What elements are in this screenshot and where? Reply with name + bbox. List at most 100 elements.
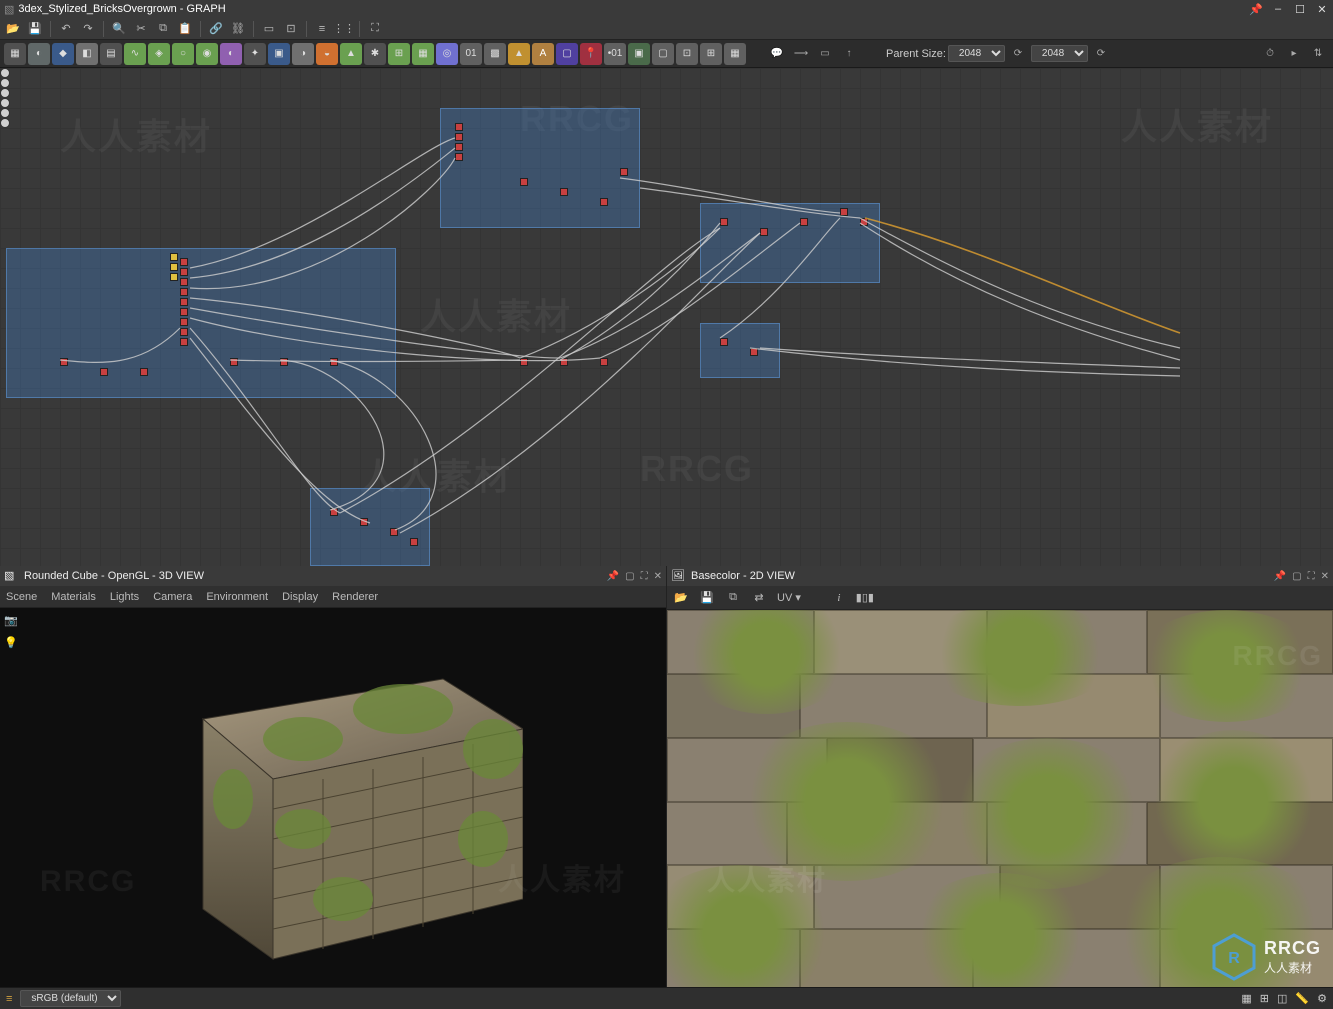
graph-node[interactable] xyxy=(720,218,728,226)
tab-scene[interactable]: Scene xyxy=(6,591,37,603)
dot-01-icon[interactable]: •01 xyxy=(604,43,626,65)
graph-node[interactable] xyxy=(520,178,528,186)
colorspace-select[interactable]: sRGB (default) xyxy=(20,990,121,1007)
graph-node[interactable] xyxy=(600,358,608,366)
blend-icon[interactable]: ◆ xyxy=(52,43,74,65)
graph-node[interactable] xyxy=(330,358,338,366)
blur-icon[interactable]: ○ xyxy=(172,43,194,65)
graph-node[interactable] xyxy=(860,218,868,226)
close-icon[interactable]: ✕ xyxy=(1321,571,1329,582)
tile2-icon[interactable]: ▦ xyxy=(412,43,434,65)
comp2-icon[interactable]: ⊞ xyxy=(700,43,722,65)
uniform-color-icon[interactable]: ◐ xyxy=(28,43,50,65)
normal-icon[interactable]: ◐ xyxy=(220,43,242,65)
graph-node[interactable] xyxy=(620,168,628,176)
maximize-icon[interactable]: ⛶ xyxy=(1308,571,1315,582)
tile-icon[interactable]: ⊞ xyxy=(1260,992,1269,1005)
tab-camera[interactable]: Camera xyxy=(153,591,192,603)
pin-icon[interactable]: 📌 xyxy=(607,571,619,582)
graph-node[interactable] xyxy=(520,358,528,366)
tab-environment[interactable]: Environment xyxy=(206,591,268,603)
reset-zoom-icon[interactable]: ⊡ xyxy=(282,20,300,38)
sharpen-icon[interactable]: ✦ xyxy=(244,43,266,65)
noise-icon[interactable]: ▩ xyxy=(484,43,506,65)
emboss-icon[interactable]: ▲ xyxy=(340,43,362,65)
output-icon[interactable]: ▣ xyxy=(628,43,650,65)
undo-icon[interactable]: ↶ xyxy=(57,20,75,38)
graph-node[interactable] xyxy=(180,258,188,266)
output-node[interactable] xyxy=(0,118,10,128)
paste-icon[interactable]: 📋 xyxy=(176,20,194,38)
light-icon[interactable]: 💡 xyxy=(4,636,20,652)
close-icon[interactable]: ✕ xyxy=(654,571,662,582)
gradient-icon[interactable]: ▤ xyxy=(100,43,122,65)
pin-icon[interactable]: 📌 xyxy=(1249,3,1263,16)
text-a-icon[interactable]: A xyxy=(532,43,554,65)
graph-node[interactable] xyxy=(800,218,808,226)
ruler-icon[interactable]: 📏 xyxy=(1295,992,1309,1005)
crop-icon[interactable]: ⛶ xyxy=(366,20,384,38)
timing-icon[interactable]: ⏱ xyxy=(1259,43,1281,65)
save-icon[interactable]: 💾 xyxy=(26,20,44,38)
hsl-icon[interactable]: ◒ xyxy=(316,43,338,65)
uv-dropdown[interactable]: UV ▾ xyxy=(777,591,801,604)
pin-node-icon[interactable]: 📍 xyxy=(580,43,602,65)
graph-node[interactable] xyxy=(180,298,188,306)
link-icon[interactable]: 🔗 xyxy=(207,20,225,38)
save-icon[interactable]: 💾 xyxy=(699,590,715,606)
popout-icon[interactable]: ▢ xyxy=(625,571,634,582)
redo-icon[interactable]: ↷ xyxy=(79,20,97,38)
graph-node[interactable] xyxy=(455,143,463,151)
graph-node[interactable] xyxy=(455,123,463,131)
popout-icon[interactable]: ▢ xyxy=(1292,571,1301,582)
output-node[interactable] xyxy=(0,108,10,118)
transform-icon[interactable]: ◈ xyxy=(148,43,170,65)
pin-icon[interactable]: 📌 xyxy=(1274,571,1286,582)
open-icon[interactable]: 📂 xyxy=(4,20,22,38)
graph-node[interactable] xyxy=(180,288,188,296)
distribute-icon[interactable]: ⋮⋮ xyxy=(335,20,353,38)
cut-icon[interactable]: ✂ xyxy=(132,20,150,38)
split-icon[interactable]: ◫ xyxy=(1277,992,1287,1005)
settings-icon[interactable]: ⚙ xyxy=(1317,992,1327,1005)
graph-node[interactable] xyxy=(390,528,398,536)
graph-node[interactable] xyxy=(410,538,418,546)
link-flow-icon[interactable]: ⟶ xyxy=(790,43,812,65)
atomic-node-icon[interactable]: ▦ xyxy=(4,43,26,65)
node-frame[interactable] xyxy=(700,203,880,283)
graph-node[interactable] xyxy=(360,518,368,526)
graph-node[interactable] xyxy=(170,263,178,271)
autolayout-icon[interactable]: ⇅ xyxy=(1307,43,1329,65)
svg-icon[interactable]: ◎ xyxy=(436,43,458,65)
graph-node[interactable] xyxy=(230,358,238,366)
copy-icon[interactable]: ⧉ xyxy=(725,590,741,606)
maximize-icon[interactable]: ⛶ xyxy=(641,571,648,582)
histogram-icon[interactable]: ▮▯▮ xyxy=(857,590,873,606)
tab-lights[interactable]: Lights xyxy=(110,591,139,603)
graph-node[interactable] xyxy=(330,508,338,516)
output-node[interactable] xyxy=(0,68,10,78)
output-node[interactable] xyxy=(0,98,10,108)
grayscale-icon[interactable]: ◑ xyxy=(292,43,314,65)
refresh2-icon[interactable]: ⟳ xyxy=(1090,43,1112,65)
frame-add-icon[interactable]: ▢ xyxy=(556,43,578,65)
graph-node[interactable] xyxy=(455,153,463,161)
warp-icon[interactable]: ◉ xyxy=(196,43,218,65)
camera-icon[interactable]: 📷 xyxy=(4,614,20,630)
comp-icon[interactable]: ⊡ xyxy=(676,43,698,65)
graph-node[interactable] xyxy=(60,358,68,366)
graph-node[interactable] xyxy=(720,338,728,346)
graph-node[interactable] xyxy=(560,188,568,196)
copy-icon[interactable]: ⧉ xyxy=(154,20,172,38)
tab-display[interactable]: Display xyxy=(282,591,318,603)
graph-node[interactable] xyxy=(750,348,758,356)
size2-select[interactable]: 2048 xyxy=(1031,45,1088,62)
graph-node[interactable] xyxy=(180,328,188,336)
curve-icon[interactable]: ∿ xyxy=(124,43,146,65)
layers-icon[interactable]: ≡ xyxy=(6,993,12,1005)
comment-icon[interactable]: 💬 xyxy=(766,43,788,65)
viewport-3d[interactable]: 📷 💡 xyxy=(0,608,666,1009)
unlink-icon[interactable]: ⛓ xyxy=(229,20,247,38)
node-frame[interactable] xyxy=(440,108,640,228)
tile-icon[interactable]: ⊞ xyxy=(388,43,410,65)
